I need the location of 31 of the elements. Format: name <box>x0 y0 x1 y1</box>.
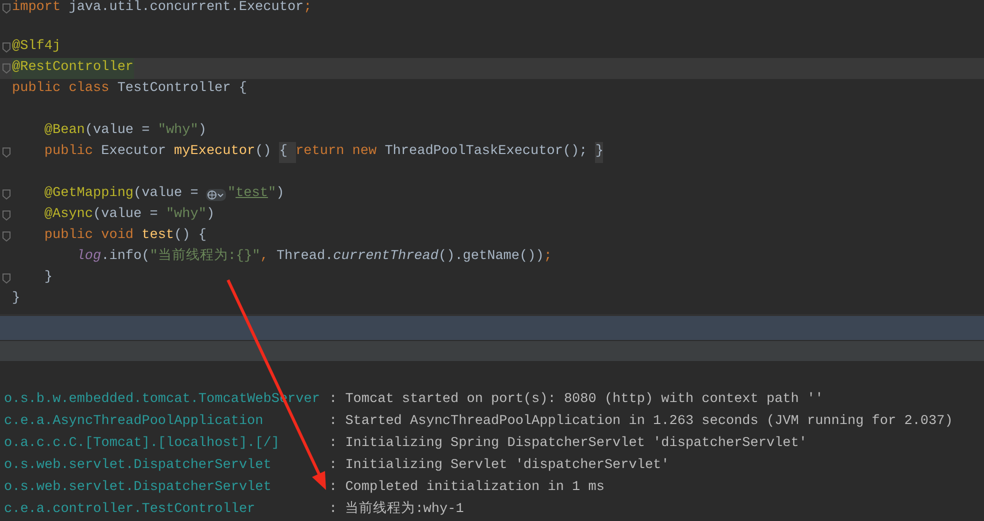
code-line: @Async(value = "why") <box>43 206 215 224</box>
code-line: import java.util.concurrent.Executor; <box>12 0 312 17</box>
fold-marker-icon[interactable] <box>2 2 10 14</box>
code-line: @Bean(value = "why") <box>43 122 206 140</box>
code-line: @GetMapping(value = "test") <box>43 185 284 204</box>
log-message: : Completed initialization in 1 ms <box>329 478 604 497</box>
globe-dropdown-icon[interactable] <box>206 188 226 200</box>
logger-name: o.s.web.servlet.DispatcherServlet <box>3 478 272 497</box>
code-line: log.info("当前线程为:{}", Thread.currentThread().getName()); <box>76 247 552 266</box>
code-line: public void test() { <box>43 227 206 246</box>
logger-name: o.a.c.c.C.[Tomcat].[localhost].[/] <box>3 434 280 453</box>
logger-name: c.e.a.controller.TestController <box>3 500 256 519</box>
log-message: : Tomcat started on port(s): 8080 (http) with context path '' <box>329 390 824 409</box>
logger-name: c.e.a.AsyncThreadPoolApplication <box>3 412 264 431</box>
code-line: public class TestController { <box>12 80 247 98</box>
fold-marker-icon[interactable] <box>2 147 10 158</box>
fold-marker-icon[interactable] <box>2 189 10 200</box>
fold-marker-icon[interactable] <box>2 210 10 221</box>
fold-marker-icon[interactable] <box>2 273 10 284</box>
log-message: : Initializing Spring DispatcherServlet 'dispatcherServlet' <box>329 434 807 453</box>
log-message: : Started AsyncThreadPoolApplication in 1.263 seconds (JVM running for 2.037) <box>329 412 953 431</box>
code-line: public Executor myExecutor() { return new ThreadPoolTaskExecutor(); } <box>12 142 604 163</box>
code-line: @Slf4j <box>12 38 61 56</box>
log-message: : 当前线程为:why-1 <box>329 500 464 519</box>
fold-marker-icon[interactable] <box>2 231 10 242</box>
fold-marker-icon[interactable] <box>2 63 10 74</box>
fold-marker-icon[interactable] <box>2 42 10 53</box>
code-line: } <box>43 269 53 288</box>
log-message: : Initializing Servlet 'dispatcherServlet' <box>329 456 670 475</box>
code-line: } <box>12 290 20 308</box>
logger-name: o.s.web.servlet.DispatcherServlet <box>3 456 272 475</box>
